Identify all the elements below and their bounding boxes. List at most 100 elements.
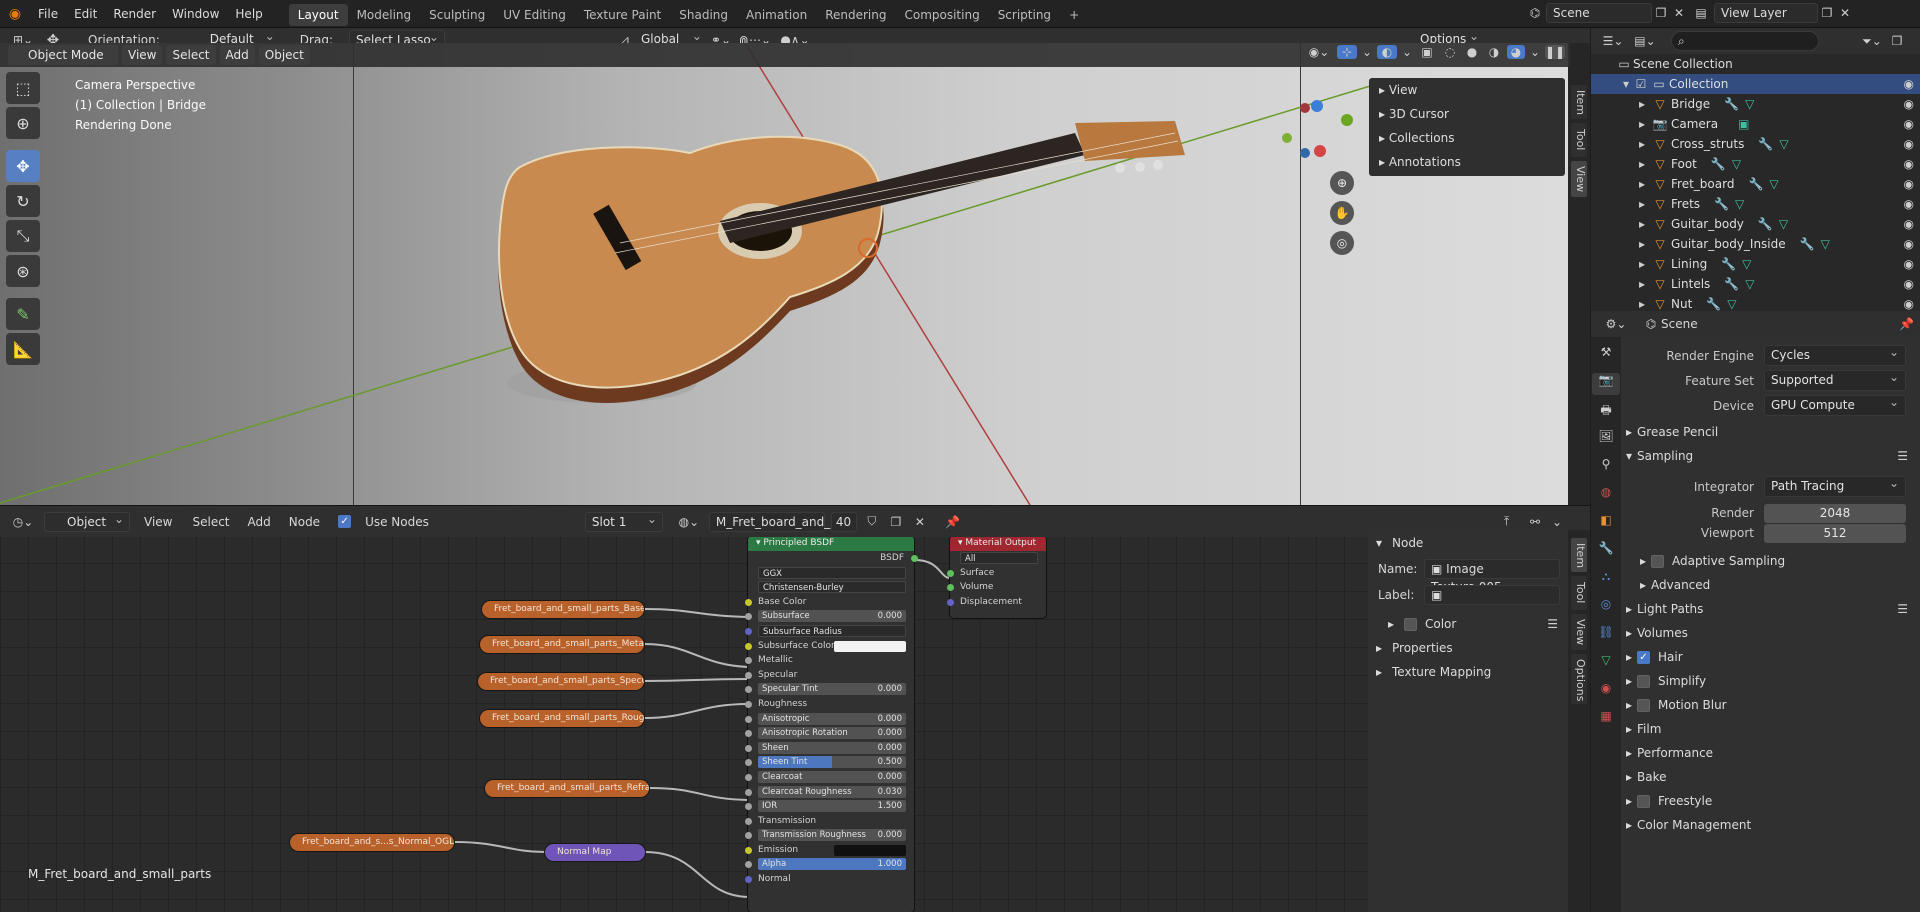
gizmo-dropdown-icon[interactable]: ⌄ (1361, 45, 1373, 59)
scene-icon[interactable]: ⌬ (1524, 6, 1546, 20)
npanel-3d-cursor[interactable]: ▸ 3D Cursor (1369, 102, 1565, 126)
slot-dropdown[interactable]: Slot 1 (584, 510, 663, 532)
display-mode-icon[interactable]: ▤⌄ (1629, 34, 1661, 48)
mesh-data-icon[interactable]: ▽ (1821, 234, 1830, 254)
eye-icon[interactable]: ◉ (1904, 174, 1914, 194)
modifier-icon[interactable]: 🔧 (1724, 94, 1739, 114)
workspace-tab-scripting[interactable]: Scripting (989, 4, 1060, 26)
add-workspace-button[interactable]: + (1060, 4, 1088, 26)
list-icon[interactable]: ☰ (1897, 444, 1908, 468)
tab-view[interactable]: View (1571, 161, 1587, 197)
shading-dropdown-icon[interactable]: ⌄ (1529, 45, 1541, 59)
scene-field[interactable]: Scene (1546, 3, 1652, 23)
workspace-tab-shading[interactable]: Shading (670, 4, 737, 26)
outliner-item-bridge[interactable]: ▸ ▽ Bridge 🔧 ▽ ◉ (1591, 94, 1920, 114)
mesh-data-icon[interactable]: ▽ (1745, 94, 1754, 114)
outliner-item-lining[interactable]: ▸ ▽ Lining 🔧 ▽ ◉ (1591, 254, 1920, 274)
node-panel-header[interactable]: ▾ Node (1368, 530, 1568, 556)
pin-icon[interactable]: 📌 (1899, 317, 1914, 331)
input-socket[interactable] (745, 788, 752, 796)
bsdf-value-field[interactable]: Sheen Tint 0.500 (758, 756, 906, 769)
node-tab-tool[interactable]: Tool (1571, 576, 1587, 610)
duplicate-material-icon[interactable]: ❐ (887, 515, 905, 529)
close-layer-icon[interactable]: ✕ (1836, 6, 1854, 20)
rotate-tool-icon[interactable]: ↻ (6, 185, 40, 217)
camera-data-icon[interactable]: ▣ (1738, 114, 1749, 134)
node-pin-icon[interactable]: 📌 (941, 515, 965, 529)
3d-viewport[interactable]: Camera Perspective (1) Collection | Brid… (0, 43, 1570, 505)
expand-icon[interactable]: ▸ (1635, 154, 1649, 174)
simplify-panel[interactable]: ▸ Simplify (1621, 669, 1920, 693)
viewport-menu-add[interactable]: Add (219, 45, 255, 65)
outliner-item-lintels[interactable]: ▸ ▽ Lintels 🔧 ▽ ◉ (1591, 274, 1920, 294)
world-tab-icon[interactable]: ◍ (1601, 485, 1611, 507)
input-socket[interactable] (745, 846, 752, 854)
outliner-item-guitar_body_inside[interactable]: ▸ ▽ Guitar_body_Inside 🔧 ▽ ◉ (1591, 234, 1920, 254)
color-management-panel[interactable]: ▸ Color Management (1621, 813, 1920, 837)
texture-node-normal[interactable]: Fret_board_and_s...s_Normal_OGL.png (290, 834, 454, 851)
expand-icon[interactable]: ▸ (1635, 94, 1649, 114)
output-tab-icon[interactable]: 🖶 (1600, 401, 1611, 423)
render-samples-field[interactable]: 2048 (1764, 503, 1906, 523)
freestyle-checkbox[interactable] (1637, 794, 1650, 808)
device-dropdown[interactable]: GPU Compute (1764, 393, 1906, 416)
bsdf-value-field[interactable]: Transmission Roughness 0.000 (758, 829, 906, 842)
distribution-dropdown[interactable]: GGX (758, 566, 906, 579)
bsdf-value-field[interactable]: Anisotropic 0.000 (758, 712, 906, 725)
texture-tab-icon[interactable]: ▦ (1600, 709, 1611, 731)
material-shading-icon[interactable]: ◑ (1485, 45, 1503, 59)
physics-tab-icon[interactable]: ◎ (1601, 597, 1611, 619)
input-socket[interactable] (745, 817, 752, 825)
use-nodes-checkbox[interactable]: ✓ (338, 515, 352, 528)
expand-icon[interactable]: ▸ (1635, 234, 1649, 254)
sss-method-dropdown[interactable]: Christensen-Burley (758, 581, 906, 594)
input-socket[interactable] (745, 773, 752, 781)
input-socket[interactable] (745, 715, 752, 723)
input-socket[interactable] (745, 642, 752, 650)
freestyle-panel[interactable]: ▸ Freestyle (1621, 789, 1920, 813)
input-socket[interactable] (745, 657, 752, 665)
mesh-data-icon[interactable]: ▽ (1742, 254, 1751, 274)
color-swatch[interactable] (834, 640, 906, 652)
modifier-icon[interactable]: 🔧 (1800, 234, 1815, 254)
npanel-annotations[interactable]: ▸ Annotations (1369, 150, 1565, 174)
move-tool-icon[interactable]: ✥ (6, 150, 40, 182)
integrator-dropdown[interactable]: Path Tracing (1764, 474, 1906, 497)
bsdf-value-field[interactable]: Subsurface Radius (758, 624, 906, 637)
eye-icon[interactable]: ◉ (1904, 214, 1914, 234)
expand-icon[interactable]: ▸ (1635, 134, 1649, 154)
measure-tool-icon[interactable]: 📐 (6, 333, 40, 365)
bsdf-value-field[interactable]: Sheen 0.000 (758, 741, 906, 754)
bsdf-value-field[interactable]: IOR 1.500 (758, 800, 906, 813)
workspace-tab-layout[interactable]: Layout (288, 4, 348, 26)
parent-node-tree-icon[interactable]: ⤒ (1504, 514, 1509, 529)
bsdf-value-field[interactable]: Specular Tint 0.000 (758, 683, 906, 696)
bsdf-output-socket[interactable] (911, 555, 918, 562)
annotate-tool-icon[interactable]: ✎ (6, 298, 40, 330)
pause-render-icon[interactable]: ❚❚ (1545, 45, 1565, 59)
texture-node-roughness[interactable]: Fret_board_and_small_parts_Roughn... (480, 710, 644, 727)
render-engine-dropdown[interactable]: Cycles (1764, 343, 1906, 366)
node-editor-type-icon[interactable]: ◷⌄ (8, 515, 38, 529)
volumes-panel[interactable]: ▸ Volumes (1621, 621, 1920, 645)
modifier-icon[interactable]: 🔧 (1711, 154, 1726, 174)
advanced-panel[interactable]: ▸ Advanced (1621, 573, 1920, 597)
input-socket[interactable] (745, 598, 752, 606)
material-output-node[interactable]: ▾ Material Output All Surface Volume Dis… (947, 536, 1046, 618)
blender-logo-icon[interactable]: ◉ (0, 6, 30, 22)
performance-panel[interactable]: ▸ Performance (1621, 741, 1920, 765)
tab-tool[interactable]: Tool (1571, 123, 1587, 157)
material-browse-icon[interactable]: ◍⌄ (675, 515, 703, 529)
unlink-material-icon[interactable]: ✕ (911, 515, 929, 529)
hair-checkbox[interactable]: ✓ (1637, 650, 1650, 664)
cursor-tool-icon[interactable]: ⊕ (6, 107, 40, 139)
texture-node-basecolor[interactable]: Fret_board_and_small_parts_BaseCol... (482, 601, 644, 618)
fake-user-icon[interactable]: ⛉ (863, 514, 881, 529)
outliner-item-cross_struts[interactable]: ▸ ▽ Cross_struts 🔧 ▽ ◉ (1591, 134, 1920, 154)
bsdf-value-field[interactable]: Clearcoat Roughness 0.030 (758, 785, 906, 798)
guitar-model[interactable] (0, 43, 1570, 505)
input-socket[interactable] (745, 730, 752, 738)
node-name-field[interactable]: ▣ Image Texture.005 (1424, 559, 1560, 594)
texture-node-refraction[interactable]: Fret_board_and_small_parts_Refracti... (485, 780, 649, 797)
mesh-data-icon[interactable]: ▽ (1732, 154, 1741, 174)
